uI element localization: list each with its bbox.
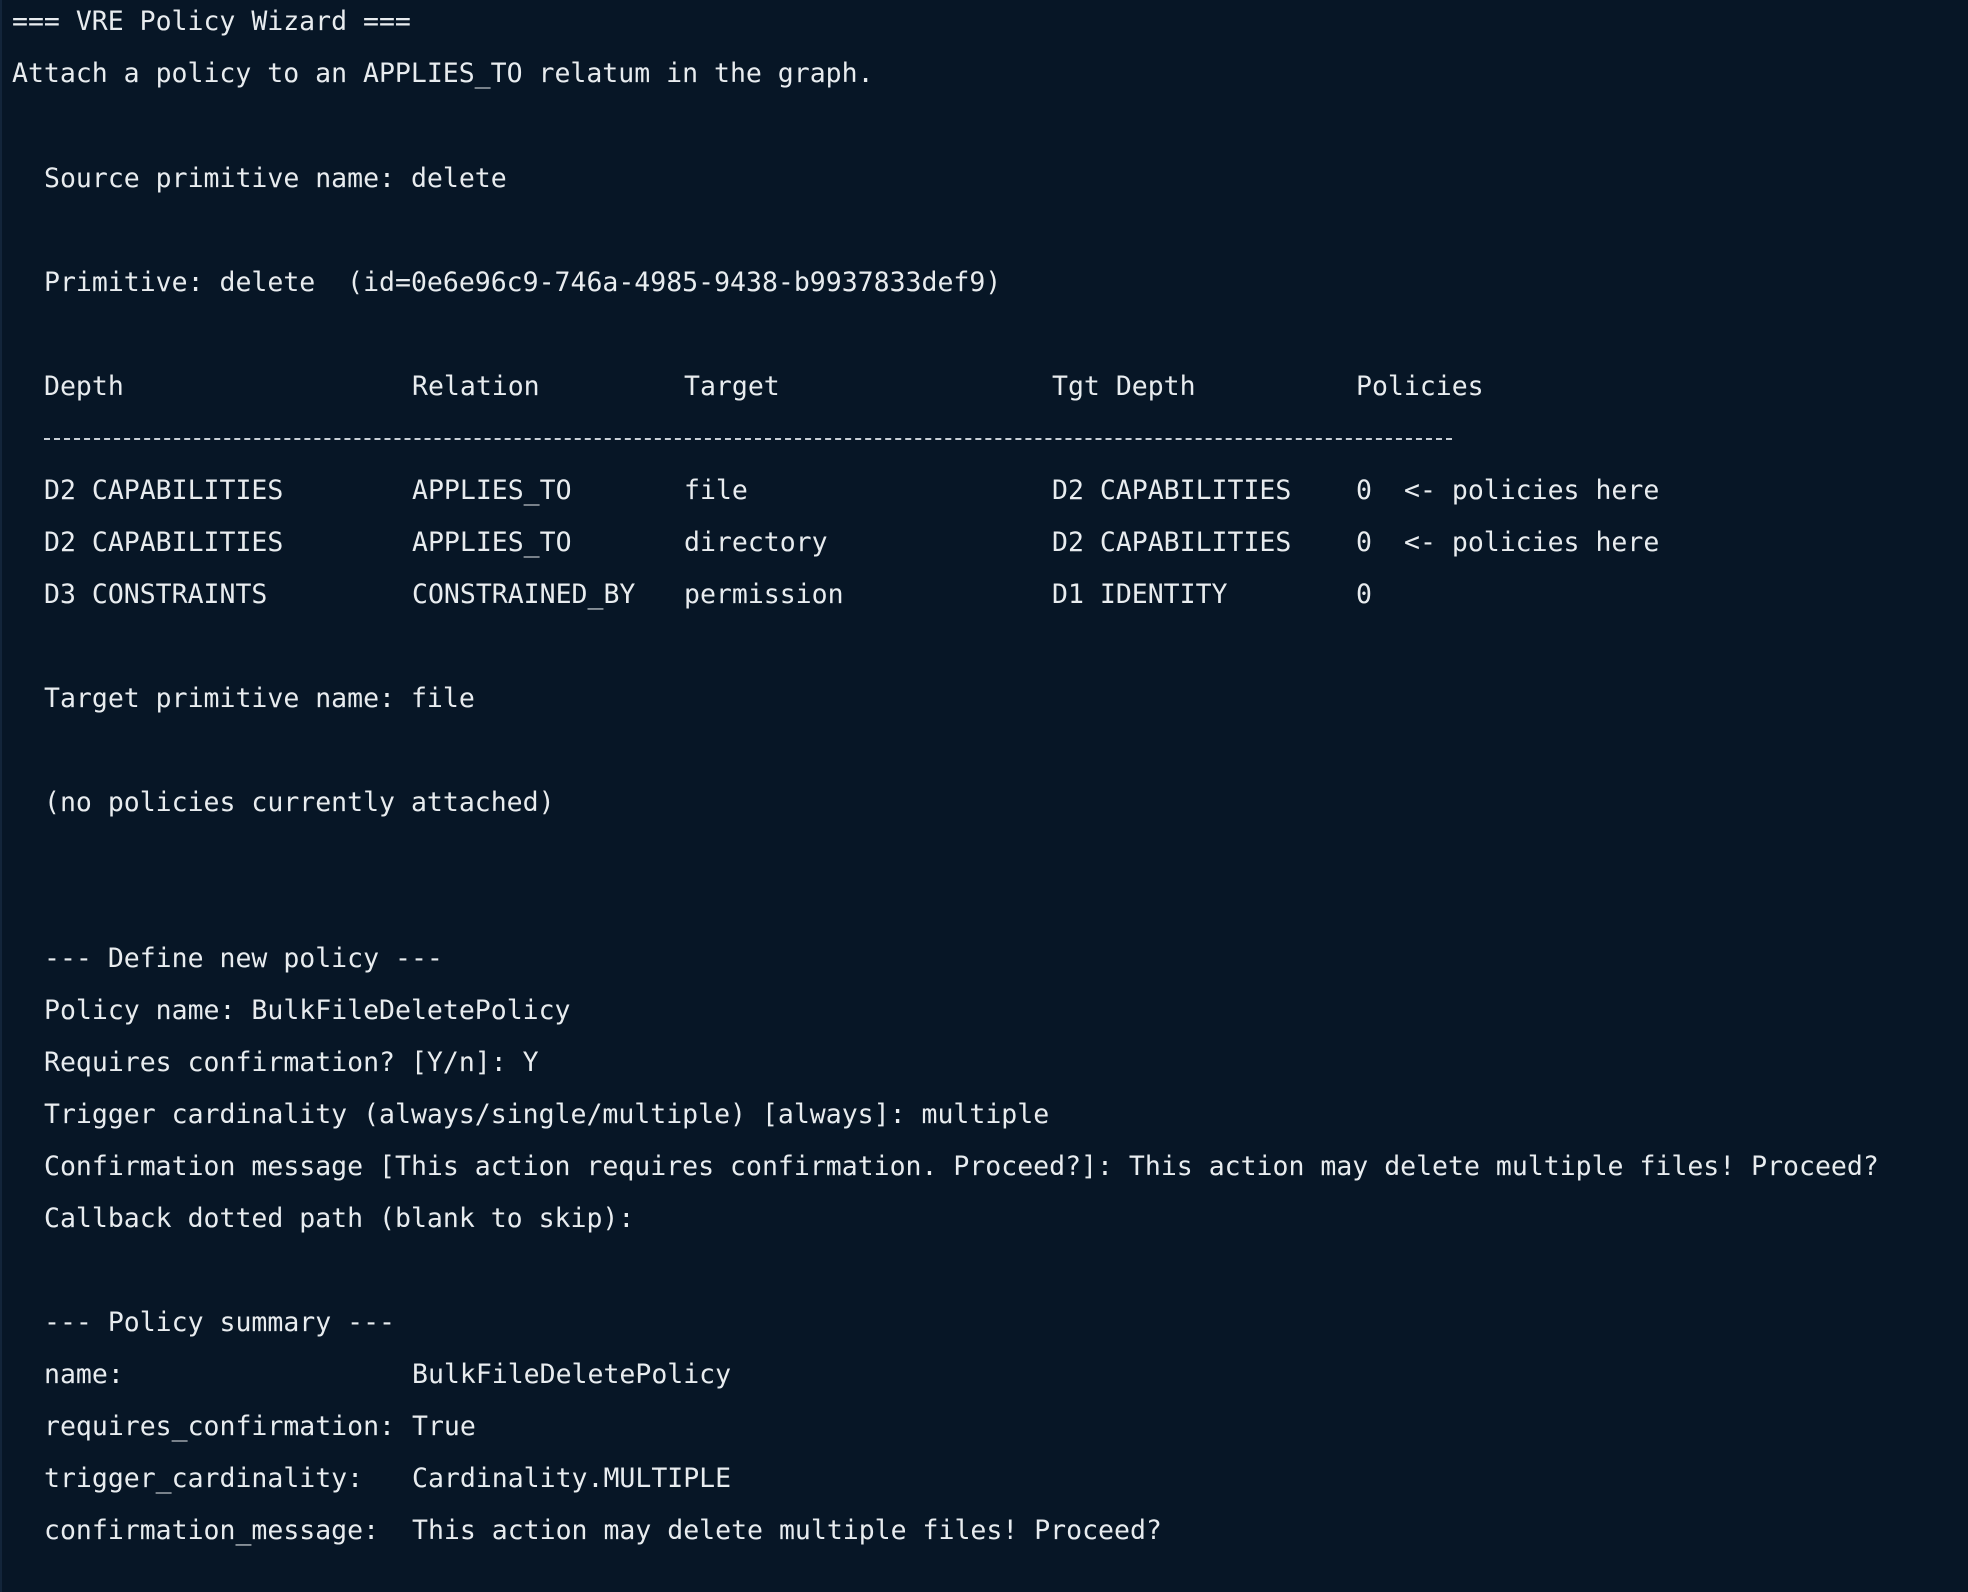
table-row: D2 CAPABILITIES APPLIES_TO directory D2 … [2, 517, 1968, 569]
row-tgt-depth: D1 IDENTITY [1052, 579, 1228, 610]
summary-row: name: BulkFileDeletePolicy [2, 1349, 1968, 1401]
table-row: D3 CONSTRAINTS CONSTRAINED_BY permission… [2, 569, 1968, 621]
requires-confirmation-label: Requires confirmation? [Y/n]: [44, 1047, 507, 1078]
row-policies: 0 [1356, 579, 1372, 610]
policy-name-label: Policy name: [44, 995, 236, 1026]
summary-key: trigger_cardinality: [44, 1463, 364, 1494]
table-row: D2 CAPABILITIES APPLIES_TO file D2 CAPAB… [2, 465, 1968, 517]
policy-name-value: BulkFileDeletePolicy [251, 995, 571, 1026]
row-target: file [684, 475, 748, 506]
callback-path-label: Callback dotted path (blank to skip): [44, 1203, 635, 1234]
header-policies: Policies [1356, 371, 1484, 402]
table-divider-rule [44, 438, 1452, 440]
row-tgt-depth: D2 CAPABILITIES [1052, 527, 1292, 558]
callback-path-prompt: Callback dotted path (blank to skip): [44, 1193, 650, 1245]
header-target: Target [684, 371, 780, 402]
row-target: directory [684, 527, 828, 558]
row-depth: D2 CAPABILITIES [44, 475, 284, 506]
row-relation: APPLIES_TO [412, 527, 572, 558]
summary-row: confirmation_message: This action may de… [2, 1505, 1968, 1557]
row-note: <- policies here [1404, 527, 1660, 558]
summary-row: requires_confirmation: True [2, 1401, 1968, 1453]
wizard-title: === VRE Policy Wizard === [12, 6, 411, 37]
row-policies: 0 [1356, 475, 1372, 506]
summary-key: confirmation_message: [44, 1515, 380, 1546]
summary-key: name: [44, 1359, 124, 1390]
summary-row: trigger_cardinality: Cardinality.MULTIPL… [2, 1453, 1968, 1505]
terminal-window[interactable]: === VRE Policy Wizard === Attach a polic… [0, 0, 1968, 1592]
confirmation-message-value: This action may delete multiple files! P… [1128, 1151, 1879, 1182]
target-primitive-label: Target primitive name: [44, 683, 395, 714]
row-note: <- policies here [1404, 475, 1660, 506]
trigger-cardinality-value: multiple [921, 1099, 1050, 1130]
row-tgt-depth: D2 CAPABILITIES [1052, 475, 1292, 506]
row-depth: D2 CAPABILITIES [44, 527, 284, 558]
requires-confirmation-prompt: Requires confirmation? [Y/n]: Y [44, 1037, 539, 1089]
row-relation: APPLIES_TO [412, 475, 572, 506]
wizard-intro: Attach a policy to an APPLIES_TO relatum… [12, 58, 874, 89]
requires-confirmation-value: Y [522, 1047, 539, 1078]
target-primitive-value: file [410, 683, 475, 714]
row-depth: D3 CONSTRAINTS [44, 579, 268, 610]
header-tgt-depth: Tgt Depth [1052, 371, 1196, 402]
source-primitive-prompt: Source primitive name: delete [44, 153, 507, 205]
source-primitive-label: Source primitive name: [44, 163, 395, 194]
source-primitive-value: delete [410, 163, 507, 194]
confirmation-message-prompt: Confirmation message [This action requir… [44, 1141, 1879, 1193]
summary-value: True [412, 1411, 476, 1442]
trigger-cardinality-prompt: Trigger cardinality (always/single/multi… [44, 1089, 1049, 1141]
no-policies-message: (no policies currently attached) [44, 787, 555, 818]
summary-value: BulkFileDeletePolicy [412, 1359, 732, 1390]
trigger-cardinality-label: Trigger cardinality (always/single/multi… [44, 1099, 906, 1130]
summary-value: Cardinality.MULTIPLE [412, 1463, 732, 1494]
row-policies: 0 [1356, 527, 1372, 558]
table-header-row: Depth Relation Target Tgt Depth Policies [2, 361, 1968, 413]
row-relation: CONSTRAINED_BY [412, 579, 636, 610]
primitive-line: Primitive: delete (id=0e6e96c9-746a-4985… [44, 267, 1002, 298]
summary-key: requires_confirmation: [44, 1411, 395, 1442]
define-policy-heading: --- Define new policy --- [44, 943, 443, 974]
header-depth: Depth [44, 371, 124, 402]
table-divider [2, 413, 1968, 465]
header-relation: Relation [412, 371, 540, 402]
confirmation-message-label: Confirmation message [This action requir… [44, 1151, 1113, 1182]
summary-value: This action may delete multiple files! P… [412, 1515, 1162, 1546]
row-target: permission [684, 579, 844, 610]
target-primitive-prompt: Target primitive name: file [44, 673, 475, 725]
policy-name-prompt: Policy name: BulkFileDeletePolicy [44, 985, 571, 1037]
policy-summary-heading: --- Policy summary --- [44, 1307, 395, 1338]
